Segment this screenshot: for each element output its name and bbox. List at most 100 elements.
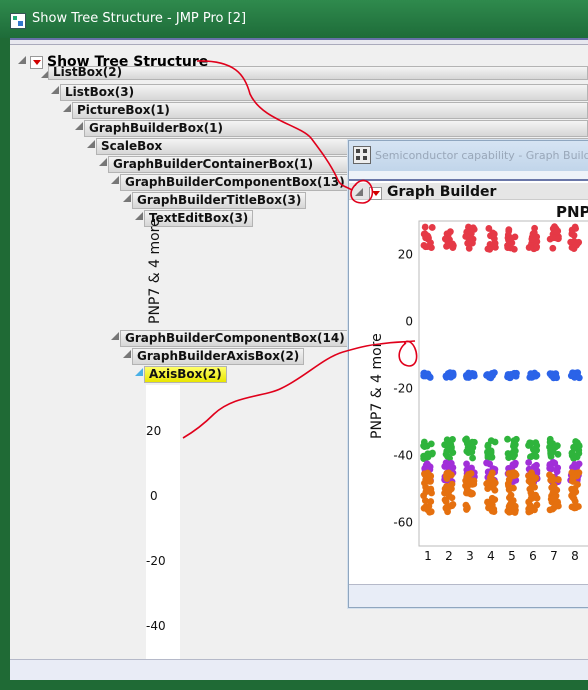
data-point	[510, 245, 518, 253]
data-point	[546, 438, 554, 446]
data-point	[421, 443, 428, 451]
tree-node-componentbox13[interactable]: GraphBuilderComponentBox(13)	[120, 174, 350, 191]
graph-builder-band	[349, 171, 588, 181]
x-tick-label: 5	[508, 549, 516, 563]
disclosure-icon[interactable]	[87, 140, 95, 148]
data-point	[530, 463, 538, 471]
data-point	[427, 498, 435, 505]
tree-ylabel-text: PNP7 & 4 more	[147, 218, 163, 324]
disclosure-icon[interactable]	[135, 212, 143, 220]
data-point	[571, 461, 579, 468]
data-point	[441, 235, 449, 243]
data-point	[511, 470, 519, 477]
jmp-window: Show Tree Structure - JMP Pro [2] Show T…	[0, 0, 588, 690]
tree-node-graphbuilderbox1[interactable]: GraphBuilderBox(1)	[84, 120, 588, 137]
data-point	[424, 453, 432, 461]
x-tick-label: 6	[529, 549, 537, 563]
data-point	[509, 461, 517, 469]
x-tick-label: 4	[487, 549, 495, 563]
disclosure-icon[interactable]	[111, 176, 119, 184]
data-point	[533, 243, 540, 251]
data-point	[569, 489, 577, 497]
tree-node-listbox3[interactable]: ListBox(3)	[60, 84, 588, 101]
disclosure-icon[interactable]	[18, 56, 26, 64]
data-point	[533, 446, 541, 454]
top-strip	[10, 40, 588, 45]
graph-builder-window-title: Semiconductor capability - Graph Builder	[375, 149, 588, 162]
data-point	[546, 461, 554, 469]
data-point	[463, 435, 470, 443]
grid-icon	[353, 146, 371, 164]
data-point	[507, 234, 515, 242]
title-bar[interactable]: Show Tree Structure - JMP Pro [2]	[0, 0, 588, 38]
data-point	[443, 482, 450, 490]
data-point	[504, 450, 512, 457]
data-point	[484, 485, 492, 493]
disclosure-icon[interactable]	[355, 188, 363, 196]
data-point	[491, 496, 499, 504]
x-tick-label: 8	[571, 549, 579, 563]
axis-tick-label: 0	[150, 489, 158, 503]
window-title: Show Tree Structure - JMP Pro [2]	[32, 11, 247, 26]
axis-tick-label: -40	[146, 619, 166, 633]
tree-node-picturebox1[interactable]: PictureBox(1)	[72, 102, 588, 119]
data-point	[469, 454, 476, 462]
red-triangle-menu-icon[interactable]	[30, 56, 43, 69]
data-point	[425, 373, 433, 380]
data-point	[487, 437, 495, 444]
data-point	[443, 447, 451, 455]
disclosure-icon[interactable]	[111, 332, 119, 340]
data-point	[508, 371, 516, 379]
data-point	[467, 490, 475, 498]
data-point	[505, 476, 513, 484]
data-point	[490, 369, 498, 377]
x-tick-label: 2	[445, 549, 453, 563]
disclosure-icon[interactable]	[123, 350, 131, 358]
disclosure-icon[interactable]	[135, 368, 143, 376]
data-point	[490, 240, 498, 248]
y-tick-label: 20	[398, 248, 413, 262]
data-point	[442, 504, 450, 512]
data-point	[532, 371, 540, 379]
disclosure-icon[interactable]	[123, 194, 131, 202]
data-point	[546, 370, 554, 378]
tree-node-listbox2[interactable]: ListBox(2)	[48, 66, 588, 80]
data-point	[423, 503, 431, 511]
data-point	[531, 224, 539, 232]
data-point	[570, 238, 578, 245]
axis-tick-label: -20	[146, 554, 166, 568]
data-point	[568, 449, 576, 457]
x-axis: 12345678	[424, 549, 579, 563]
tree-node-titlebox3[interactable]: GraphBuilderTitleBox(3)	[132, 192, 307, 209]
graph-builder-title-bar[interactable]: Semiconductor capability - Graph Builder	[349, 141, 588, 171]
graph-builder-name: Graph Builder	[387, 184, 497, 200]
data-point	[527, 453, 535, 460]
data-point	[570, 495, 578, 503]
data-point	[528, 471, 536, 479]
disclosure-icon[interactable]	[63, 104, 71, 112]
data-point	[569, 474, 577, 481]
disclosure-icon[interactable]	[51, 86, 59, 94]
data-point	[449, 240, 456, 248]
data-point	[443, 242, 450, 250]
data-point	[531, 483, 538, 491]
data-point	[574, 481, 581, 488]
chart-title: PNP7	[556, 203, 588, 221]
data-point	[449, 501, 457, 508]
y-tick-label: 0	[405, 315, 413, 329]
data-point	[470, 477, 478, 485]
disclosure-icon[interactable]	[99, 158, 107, 166]
data-point	[467, 228, 475, 236]
graph-builder-window: Semiconductor capability - Graph Builder…	[348, 140, 588, 608]
data-point	[505, 482, 512, 490]
data-point	[424, 243, 431, 251]
data-point	[488, 453, 496, 461]
tree-node-axisbox2gb[interactable]: GraphBuilderAxisBox(2)	[132, 348, 305, 365]
data-point	[484, 245, 492, 253]
disclosure-icon[interactable]	[75, 122, 83, 130]
data-point	[485, 501, 493, 509]
tree-node-axisbox2[interactable]: AxisBox(2)	[144, 366, 227, 383]
data-point	[525, 498, 533, 506]
data-point	[525, 505, 533, 513]
data-point	[572, 225, 580, 232]
